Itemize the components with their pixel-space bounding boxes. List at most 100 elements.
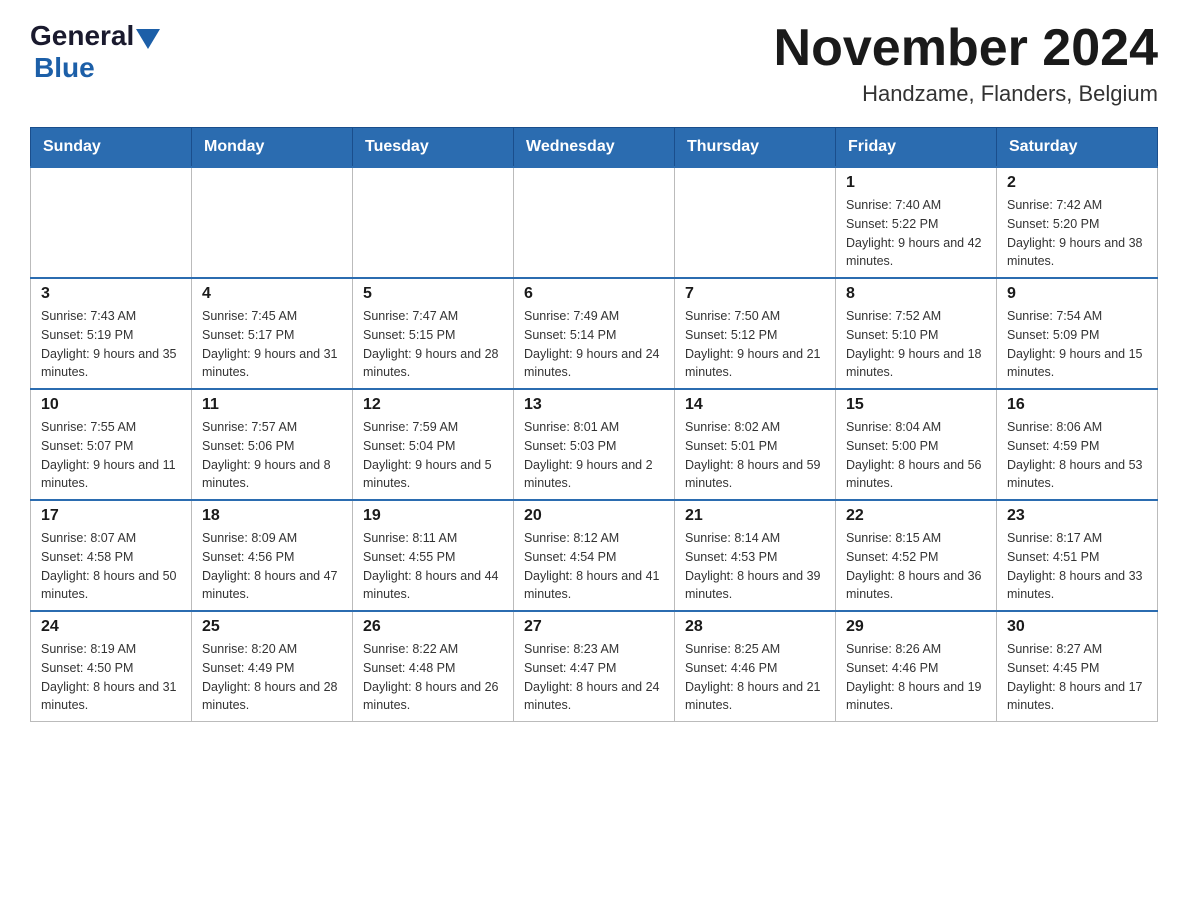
- calendar-cell: 28 Sunrise: 8:25 AMSunset: 4:46 PMDayligh…: [675, 611, 836, 722]
- day-number: 9: [1007, 285, 1147, 303]
- day-number: 11: [202, 396, 342, 414]
- day-number: 4: [202, 285, 342, 303]
- calendar-cell: 19 Sunrise: 8:11 AMSunset: 4:55 PMDayligh…: [353, 500, 514, 611]
- calendar-cell: 23 Sunrise: 8:17 AMSunset: 4:51 PMDayligh…: [997, 500, 1158, 611]
- logo-general: General: [30, 20, 134, 52]
- day-number: 25: [202, 618, 342, 636]
- day-info: Sunrise: 8:02 AMSunset: 5:01 PMDaylight:…: [685, 418, 825, 493]
- calendar-cell: [31, 167, 192, 278]
- week-row-2: 3 Sunrise: 7:43 AMSunset: 5:19 PMDaylight…: [31, 278, 1158, 389]
- day-info: Sunrise: 8:09 AMSunset: 4:56 PMDaylight:…: [202, 529, 342, 604]
- week-row-4: 17 Sunrise: 8:07 AMSunset: 4:58 PMDayligh…: [31, 500, 1158, 611]
- day-number: 8: [846, 285, 986, 303]
- day-info: Sunrise: 8:07 AMSunset: 4:58 PMDaylight:…: [41, 529, 181, 604]
- logo: General Blue: [30, 20, 162, 84]
- week-row-1: 1 Sunrise: 7:40 AMSunset: 5:22 PMDaylight…: [31, 167, 1158, 278]
- day-info: Sunrise: 7:59 AMSunset: 5:04 PMDaylight:…: [363, 418, 503, 493]
- calendar-cell: 13Sunrise: 8:01 AMSunset: 5:03 PMDayligh…: [514, 389, 675, 500]
- day-info: Sunrise: 8:06 AMSunset: 4:59 PMDaylight:…: [1007, 418, 1147, 493]
- calendar-cell: 15 Sunrise: 8:04 AMSunset: 5:00 PMDayligh…: [836, 389, 997, 500]
- calendar-cell: 3 Sunrise: 7:43 AMSunset: 5:19 PMDaylight…: [31, 278, 192, 389]
- calendar-cell: 20 Sunrise: 8:12 AMSunset: 4:54 PMDayligh…: [514, 500, 675, 611]
- calendar-cell: 9 Sunrise: 7:54 AMSunset: 5:09 PMDaylight…: [997, 278, 1158, 389]
- day-number: 26: [363, 618, 503, 636]
- day-info: Sunrise: 7:45 AMSunset: 5:17 PMDaylight:…: [202, 307, 342, 382]
- calendar-cell: [353, 167, 514, 278]
- calendar-table: SundayMondayTuesdayWednesdayThursdayFrid…: [30, 127, 1158, 722]
- page-subtitle: Handzame, Flanders, Belgium: [774, 81, 1158, 107]
- day-number: 15: [846, 396, 986, 414]
- day-number: 14: [685, 396, 825, 414]
- day-number: 5: [363, 285, 503, 303]
- day-number: 29: [846, 618, 986, 636]
- calendar-cell: 8 Sunrise: 7:52 AMSunset: 5:10 PMDaylight…: [836, 278, 997, 389]
- calendar-cell: 16 Sunrise: 8:06 AMSunset: 4:59 PMDayligh…: [997, 389, 1158, 500]
- calendar-cell: 24 Sunrise: 8:19 AMSunset: 4:50 PMDayligh…: [31, 611, 192, 722]
- weekday-header-friday: Friday: [836, 128, 997, 168]
- calendar-cell: 6 Sunrise: 7:49 AMSunset: 5:14 PMDaylight…: [514, 278, 675, 389]
- day-number: 18: [202, 507, 342, 525]
- day-number: 3: [41, 285, 181, 303]
- calendar-cell: 11Sunrise: 7:57 AMSunset: 5:06 PMDayligh…: [192, 389, 353, 500]
- day-info: Sunrise: 8:12 AMSunset: 4:54 PMDaylight:…: [524, 529, 664, 604]
- day-number: 10: [41, 396, 181, 414]
- day-number: 1: [846, 174, 986, 192]
- calendar-cell: 17 Sunrise: 8:07 AMSunset: 4:58 PMDayligh…: [31, 500, 192, 611]
- day-info: Sunrise: 7:52 AMSunset: 5:10 PMDaylight:…: [846, 307, 986, 382]
- day-info: Sunrise: 7:42 AMSunset: 5:20 PMDaylight:…: [1007, 196, 1147, 271]
- calendar-cell: 14 Sunrise: 8:02 AMSunset: 5:01 PMDayligh…: [675, 389, 836, 500]
- weekday-header-saturday: Saturday: [997, 128, 1158, 168]
- day-number: 24: [41, 618, 181, 636]
- day-info: Sunrise: 8:04 AMSunset: 5:00 PMDaylight:…: [846, 418, 986, 493]
- weekday-header-monday: Monday: [192, 128, 353, 168]
- day-info: Sunrise: 8:11 AMSunset: 4:55 PMDaylight:…: [363, 529, 503, 604]
- day-info: Sunrise: 7:54 AMSunset: 5:09 PMDaylight:…: [1007, 307, 1147, 382]
- day-info: Sunrise: 8:27 AMSunset: 4:45 PMDaylight:…: [1007, 640, 1147, 715]
- day-number: 22: [846, 507, 986, 525]
- week-row-5: 24 Sunrise: 8:19 AMSunset: 4:50 PMDayligh…: [31, 611, 1158, 722]
- calendar-cell: 7Sunrise: 7:50 AMSunset: 5:12 PMDaylight…: [675, 278, 836, 389]
- weekday-header-sunday: Sunday: [31, 128, 192, 168]
- day-info: Sunrise: 8:20 AMSunset: 4:49 PMDaylight:…: [202, 640, 342, 715]
- day-number: 16: [1007, 396, 1147, 414]
- day-number: 6: [524, 285, 664, 303]
- weekday-header-thursday: Thursday: [675, 128, 836, 168]
- calendar-cell: 4 Sunrise: 7:45 AMSunset: 5:17 PMDaylight…: [192, 278, 353, 389]
- day-info: Sunrise: 8:19 AMSunset: 4:50 PMDaylight:…: [41, 640, 181, 715]
- calendar-cell: [675, 167, 836, 278]
- day-info: Sunrise: 7:55 AMSunset: 5:07 PMDaylight:…: [41, 418, 181, 493]
- logo-blue: Blue: [34, 52, 95, 83]
- day-info: Sunrise: 7:49 AMSunset: 5:14 PMDaylight:…: [524, 307, 664, 382]
- weekday-header-wednesday: Wednesday: [514, 128, 675, 168]
- day-number: 19: [363, 507, 503, 525]
- calendar-cell: [192, 167, 353, 278]
- day-info: Sunrise: 8:23 AMSunset: 4:47 PMDaylight:…: [524, 640, 664, 715]
- logo-triangle-icon: [136, 29, 160, 49]
- calendar-cell: 21 Sunrise: 8:14 AMSunset: 4:53 PMDayligh…: [675, 500, 836, 611]
- calendar-cell: 5 Sunrise: 7:47 AMSunset: 5:15 PMDaylight…: [353, 278, 514, 389]
- calendar-cell: 18 Sunrise: 8:09 AMSunset: 4:56 PMDayligh…: [192, 500, 353, 611]
- day-number: 7: [685, 285, 825, 303]
- day-info: Sunrise: 7:43 AMSunset: 5:19 PMDaylight:…: [41, 307, 181, 382]
- day-info: Sunrise: 8:17 AMSunset: 4:51 PMDaylight:…: [1007, 529, 1147, 604]
- calendar-cell: [514, 167, 675, 278]
- day-info: Sunrise: 8:14 AMSunset: 4:53 PMDaylight:…: [685, 529, 825, 604]
- day-number: 21: [685, 507, 825, 525]
- calendar-cell: 2Sunrise: 7:42 AMSunset: 5:20 PMDaylight…: [997, 167, 1158, 278]
- day-number: 20: [524, 507, 664, 525]
- calendar-header-row: SundayMondayTuesdayWednesdayThursdayFrid…: [31, 128, 1158, 168]
- calendar-cell: 25 Sunrise: 8:20 AMSunset: 4:49 PMDayligh…: [192, 611, 353, 722]
- day-number: 17: [41, 507, 181, 525]
- day-info: Sunrise: 7:47 AMSunset: 5:15 PMDaylight:…: [363, 307, 503, 382]
- day-number: 13: [524, 396, 664, 414]
- calendar-cell: 10 Sunrise: 7:55 AMSunset: 5:07 PMDayligh…: [31, 389, 192, 500]
- day-info: Sunrise: 7:40 AMSunset: 5:22 PMDaylight:…: [846, 196, 986, 271]
- calendar-cell: 29Sunrise: 8:26 AMSunset: 4:46 PMDayligh…: [836, 611, 997, 722]
- day-info: Sunrise: 8:25 AMSunset: 4:46 PMDaylight:…: [685, 640, 825, 715]
- day-number: 23: [1007, 507, 1147, 525]
- page-title: November 2024: [774, 20, 1158, 77]
- weekday-header-tuesday: Tuesday: [353, 128, 514, 168]
- day-number: 28: [685, 618, 825, 636]
- day-number: 12: [363, 396, 503, 414]
- calendar-cell: 27Sunrise: 8:23 AMSunset: 4:47 PMDayligh…: [514, 611, 675, 722]
